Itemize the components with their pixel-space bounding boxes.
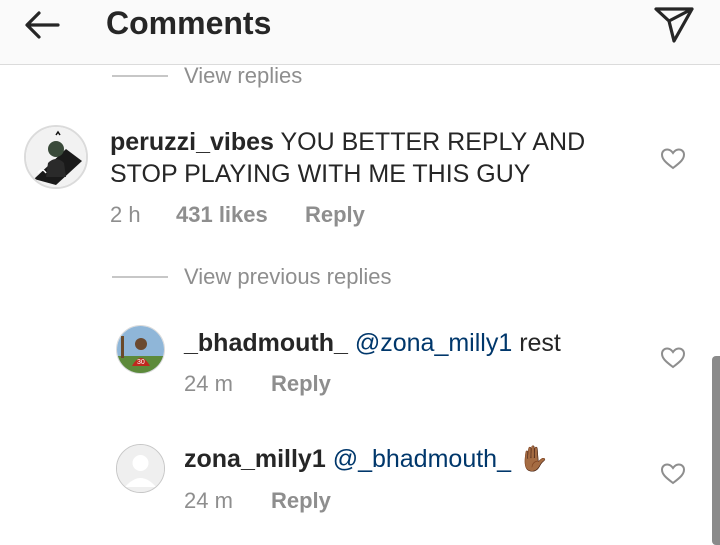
comment-time: 2 h (110, 202, 141, 227)
avatar[interactable] (24, 125, 88, 189)
reply-mention[interactable]: @zona_milly1 (355, 329, 512, 357)
scrollbar[interactable] (712, 356, 720, 545)
reply-body: _bhadmouth_ @zona_milly1 rest (184, 327, 644, 359)
like-heart-icon[interactable] (660, 346, 686, 370)
like-heart-icon[interactable] (660, 147, 686, 171)
view-previous-replies-link[interactable]: View previous replies (184, 264, 391, 290)
view-replies-link[interactable]: View replies (184, 63, 302, 89)
reply-time: 24 m (184, 488, 233, 513)
back-arrow-icon (25, 11, 60, 39)
replies-divider (112, 276, 168, 278)
reply-body: zona_milly1 @_bhadmouth_ ✋🏾 (184, 443, 644, 475)
send-icon (654, 7, 694, 43)
svg-text:30: 30 (137, 359, 145, 366)
reply-mention[interactable]: @_bhadmouth_ (333, 445, 511, 473)
comment-body: peruzzi_vibes YOU BETTER REPLY AND STOP … (110, 126, 610, 190)
reply-username[interactable]: _bhadmouth_ (184, 329, 348, 357)
replies-divider (112, 75, 168, 77)
default-avatar-icon (117, 445, 164, 492)
raised-hand-emoji: ✋🏾 (517, 445, 550, 473)
direct-message-button[interactable] (652, 4, 696, 44)
comment-likes[interactable]: 431 likes (176, 202, 268, 228)
comments-header: Comments (0, 0, 720, 65)
avatar[interactable] (116, 444, 165, 493)
back-button[interactable] (22, 8, 62, 42)
reply-button[interactable]: Reply (271, 371, 331, 397)
avatar[interactable]: 30 (116, 325, 165, 374)
reply-button[interactable]: Reply (305, 202, 365, 228)
comment-username[interactable]: peruzzi_vibes (110, 128, 274, 156)
reply-username[interactable]: zona_milly1 (184, 445, 326, 473)
reply-text: rest (519, 329, 561, 357)
like-heart-icon[interactable] (660, 462, 686, 486)
reply-button[interactable]: Reply (271, 488, 331, 514)
reply-time: 24 m (184, 371, 233, 396)
page-title: Comments (106, 5, 272, 41)
